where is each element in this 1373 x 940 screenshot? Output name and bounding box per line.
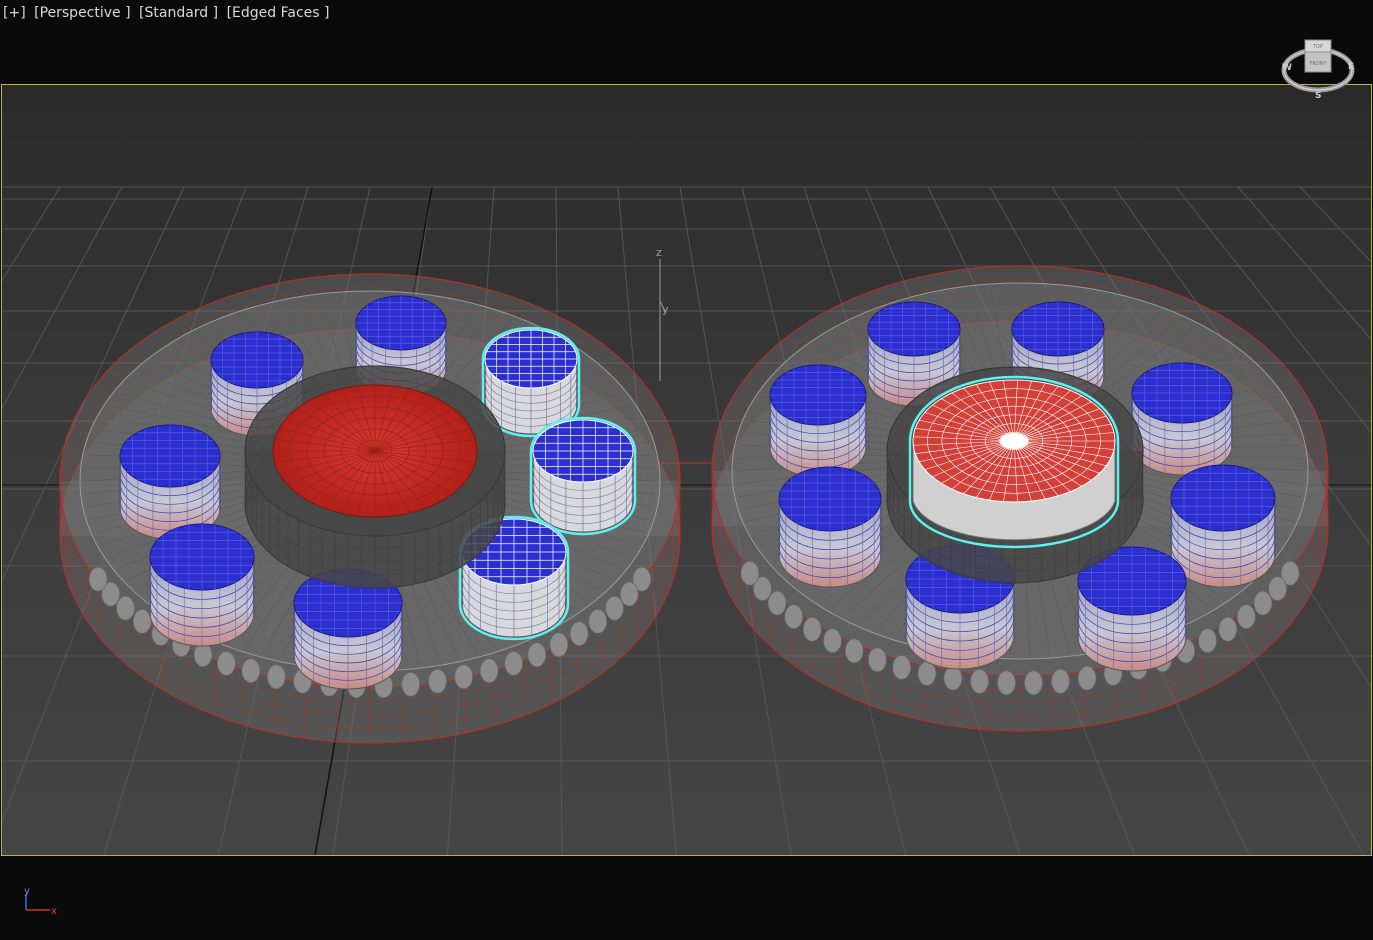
right-rim-hole-14 [970, 668, 989, 694]
left-rim-hole-25 [88, 566, 108, 592]
right-rim-hole-2 [1253, 590, 1273, 616]
left-rim-hole-4 [569, 621, 589, 647]
right-rim-hole-20 [823, 628, 842, 654]
compass-south-label[interactable]: S [1315, 91, 1321, 100]
left-rim-hole-17 [241, 658, 261, 684]
right-rim-hole-17 [892, 654, 912, 680]
left-rim-hole-1 [619, 581, 639, 607]
right-rim-hole-21 [802, 616, 822, 642]
tripod-x-label: x [51, 906, 57, 917]
left-rim-hole-11 [401, 671, 421, 697]
viewcube-top-label: TOP [1312, 44, 1323, 50]
right-rim-hole-11 [1051, 668, 1070, 694]
right-rim-hole-13 [997, 670, 1016, 696]
left-rim-hole-3 [588, 608, 608, 634]
left-rim-hole-16 [266, 664, 286, 690]
left-rim-hole-10 [428, 668, 447, 694]
left-rim-hole-2 [605, 595, 624, 621]
scene-canvas[interactable]: z y [2, 85, 1371, 855]
bearing-left[interactable] [59, 273, 681, 744]
viewport-shading-menu[interactable]: [Standard ] [139, 5, 218, 21]
right-rim-hole-22 [784, 604, 804, 630]
tripod-y-label: y [24, 886, 30, 897]
compass-west-label[interactable]: W [1282, 63, 1292, 73]
left-rim-hole-8 [479, 658, 499, 684]
right-rim-hole-1 [1268, 576, 1287, 601]
left-roller-6[interactable] [529, 416, 637, 536]
viewport-display-mode-menu[interactable]: [Edged Faces ] [227, 5, 330, 21]
gizmo-y-label: y [662, 303, 669, 316]
compass-east-label[interactable]: E [1348, 62, 1354, 72]
left-rim-hole-5 [549, 632, 569, 658]
viewcube[interactable]: TOP FRONT W E S [1278, 34, 1358, 100]
right-rim-hole-19 [844, 638, 864, 664]
left-rim-hole-9 [454, 664, 474, 690]
viewport-general-menu[interactable]: [+] [3, 5, 26, 21]
viewport-point-of-view-menu[interactable]: [Perspective ] [34, 5, 130, 21]
right-rim-hole-18 [867, 647, 887, 673]
right-rim-hole-15 [943, 665, 963, 691]
active-viewport-frame[interactable]: z y [1, 84, 1372, 856]
right-rim-hole-25 [740, 560, 760, 586]
left-roller-3[interactable] [149, 523, 255, 647]
right-roller-3[interactable] [1131, 362, 1233, 476]
right-rim-hole-12 [1024, 670, 1043, 696]
left-rim-hole-23 [116, 595, 135, 621]
right-rim-hole-5 [1198, 628, 1217, 654]
world-axis-tripod: y x [24, 886, 57, 917]
viewport-label-menu: [+] [Perspective ] [Standard ] [Edged Fa… [3, 5, 333, 21]
left-rim-hole-7 [504, 651, 524, 676]
viewcube-front-label: FRONT [1309, 61, 1327, 67]
right-rim-hole-4 [1218, 616, 1238, 642]
bearing-right[interactable] [711, 265, 1329, 732]
left-rim-hole-22 [132, 608, 152, 634]
gizmo-z-label: z [656, 246, 662, 259]
right-rim-hole-23 [767, 590, 787, 616]
right-hub-selected[interactable] [908, 375, 1120, 549]
right-roller-4[interactable] [778, 466, 882, 588]
right-roller-2[interactable] [769, 364, 867, 478]
right-rim-hole-10 [1077, 665, 1097, 691]
right-roller-5[interactable] [1170, 464, 1276, 588]
right-rim-hole-3 [1236, 604, 1256, 630]
perspective-viewport[interactable]: [+] [Perspective ] [Standard ] [Edged Fa… [0, 0, 1373, 940]
left-rim-hole-6 [527, 642, 547, 668]
left-rim-hole-18 [216, 651, 236, 676]
left-roller-2[interactable] [119, 424, 221, 540]
